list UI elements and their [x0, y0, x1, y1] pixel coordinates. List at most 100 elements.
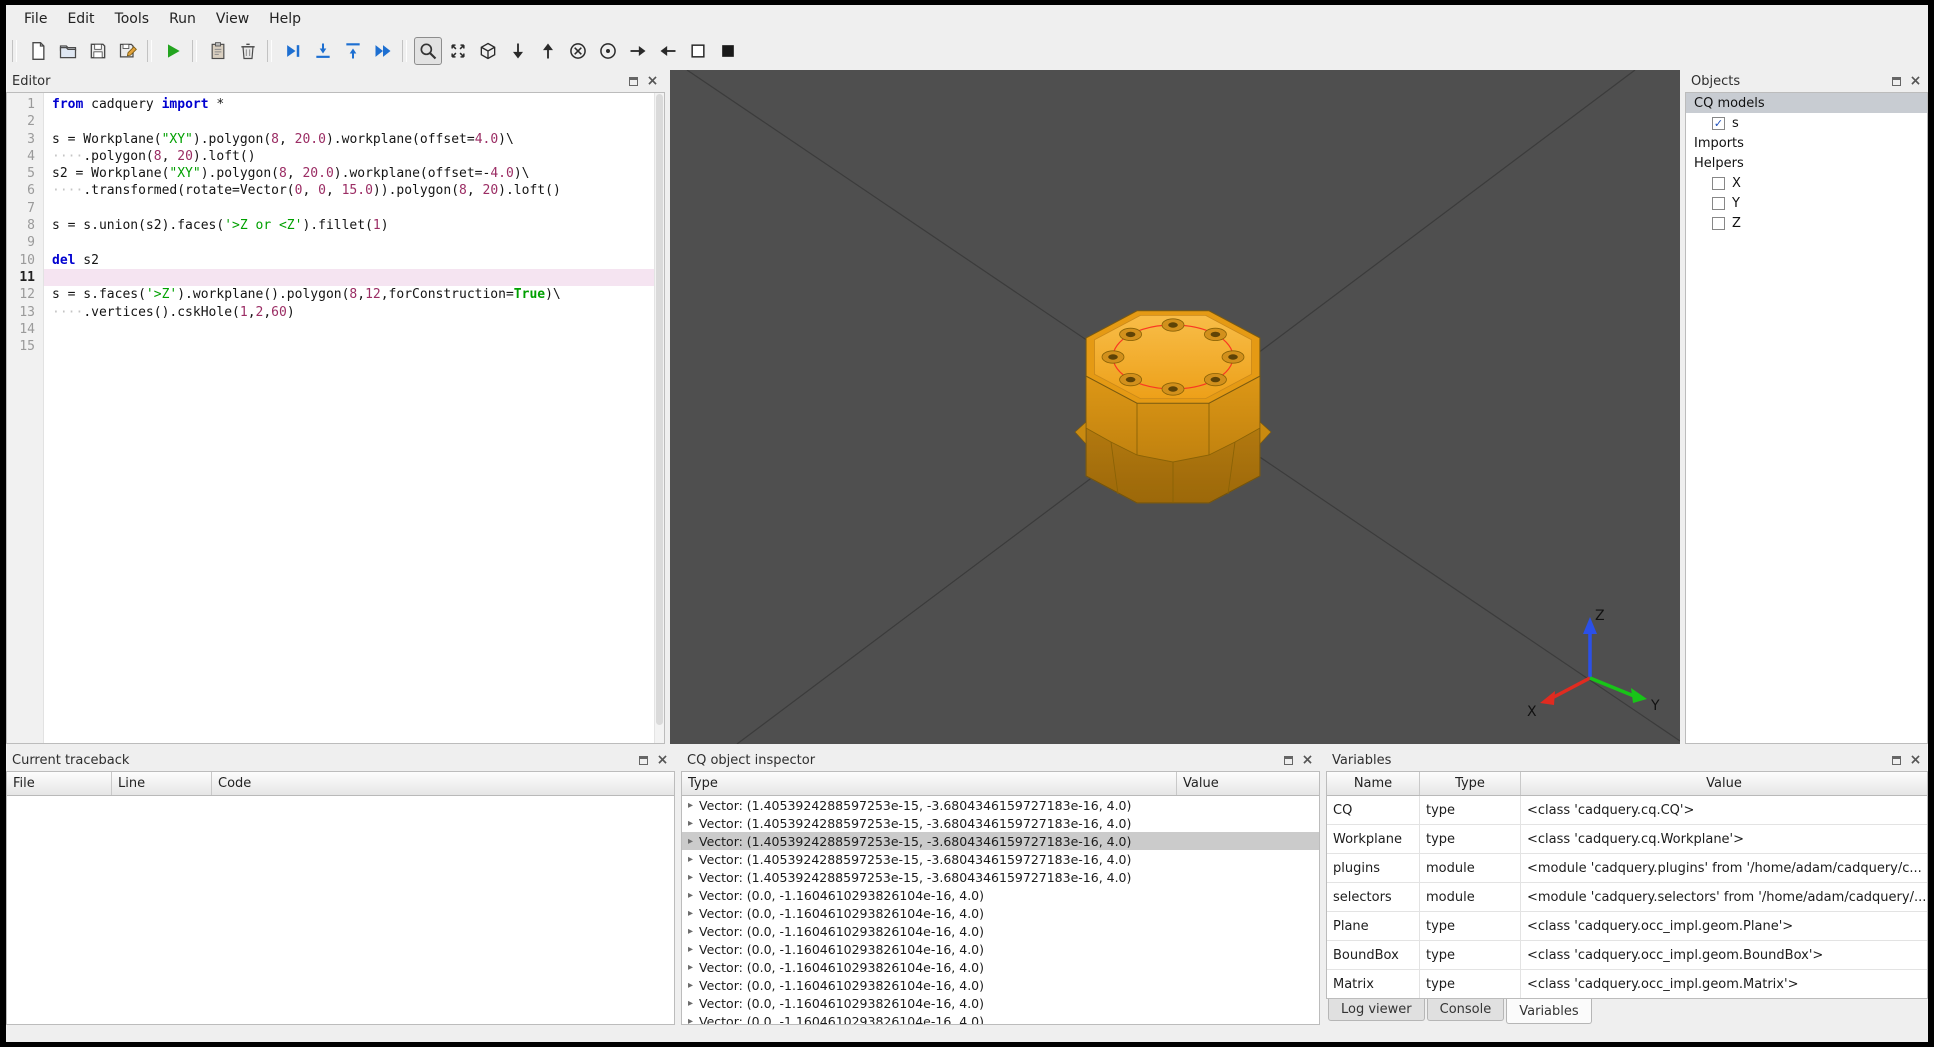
inspector-row[interactable]: ▸ Vector: (1.4053924288597253e-15, -3.680…	[682, 850, 1319, 868]
column-header-name[interactable]: Name	[1327, 772, 1420, 795]
column-header-value[interactable]: Value	[1177, 772, 1319, 795]
tree-item-helpers[interactable]: Helpers	[1686, 153, 1927, 173]
model-s[interactable]	[1074, 310, 1272, 504]
tab-variables[interactable]: Variables	[1506, 999, 1592, 1024]
tree-item-imports[interactable]: Imports	[1686, 133, 1927, 153]
tree-item-cq-models[interactable]: CQ models	[1686, 93, 1927, 113]
variables-titlebar: Variables ×	[1326, 749, 1928, 771]
float-panel-button[interactable]	[635, 752, 652, 768]
close-panel-button[interactable]: ×	[654, 752, 671, 768]
expand-icon[interactable]: ▸	[682, 854, 699, 865]
paste-button[interactable]	[204, 37, 232, 65]
view-down-button[interactable]	[504, 37, 532, 65]
variable-row[interactable]: Plane type <class 'cadquery.occ_impl.geom.…	[1327, 912, 1927, 941]
inspector-row[interactable]: ▸ Vector: (0.0, -1.1604610293826104e-16, …	[682, 994, 1319, 1012]
expand-icon[interactable]: ▸	[682, 908, 699, 919]
close-panel-button[interactable]: ×	[1299, 752, 1316, 768]
inspector-row[interactable]: ▸ Vector: (0.0, -1.1604610293826104e-16, …	[682, 886, 1319, 904]
fit-view-button[interactable]	[444, 37, 472, 65]
inspector-row[interactable]: ▸ Vector: (1.4053924288597253e-15, -3.680…	[682, 868, 1319, 886]
checkbox-x[interactable]	[1712, 176, 1725, 190]
float-panel-button[interactable]	[1888, 752, 1905, 768]
close-panel-button[interactable]: ×	[644, 73, 661, 89]
inspector-row[interactable]: ▸ Vector: (1.4053924288597253e-15, -3.680…	[682, 796, 1319, 814]
editor-scrollbar[interactable]	[654, 93, 664, 743]
expand-icon[interactable]: ▸	[682, 962, 699, 973]
expand-icon[interactable]: ▸	[682, 1016, 699, 1025]
menu-help[interactable]: Help	[259, 7, 311, 31]
inspector-row[interactable]: ▸ Vector: (0.0, -1.1604610293826104e-16, …	[682, 940, 1319, 958]
variable-row[interactable]: selectors module <module 'cadquery.selecto…	[1327, 883, 1927, 912]
tree-item-y[interactable]: Y	[1686, 193, 1927, 213]
iso-view-icon	[480, 42, 496, 60]
expand-icon[interactable]: ▸	[682, 944, 699, 955]
float-panel-button[interactable]	[625, 73, 642, 89]
square-outline-button[interactable]	[684, 37, 712, 65]
expand-icon[interactable]: ▸	[682, 872, 699, 883]
variable-row[interactable]: BoundBox type <class 'cadquery.occ_impl.ge…	[1327, 941, 1927, 970]
tab-console[interactable]: Console	[1426, 999, 1505, 1021]
close-panel-button[interactable]: ×	[1907, 752, 1924, 768]
iso-view-button[interactable]	[474, 37, 502, 65]
variable-row[interactable]: plugins module <module 'cadquery.plugins' …	[1327, 854, 1927, 883]
tab-log-viewer[interactable]: Log viewer	[1328, 999, 1425, 1021]
save-as-button[interactable]	[114, 37, 142, 65]
column-header-type[interactable]: Type	[1420, 772, 1521, 795]
render-button[interactable]	[159, 37, 187, 65]
inspector-row[interactable]: ▸ Vector: (0.0, -1.1604610293826104e-16, …	[682, 904, 1319, 922]
debug-step-next-button[interactable]	[279, 37, 307, 65]
inspector-row[interactable]: ▸ Vector: (1.4053924288597253e-15, -3.680…	[682, 832, 1319, 850]
tree-item-s[interactable]: ✓ s	[1686, 113, 1927, 133]
code-editor[interactable]: 1 from cadquery import * 2 3 s = Workplane("…	[6, 92, 665, 744]
open-file-button[interactable]	[54, 37, 82, 65]
debug-step-into-button[interactable]	[309, 37, 337, 65]
column-header-type[interactable]: Type	[682, 772, 1177, 795]
menu-file[interactable]: File	[14, 7, 57, 31]
expand-icon[interactable]: ▸	[682, 818, 699, 829]
expand-icon[interactable]: ▸	[682, 836, 699, 847]
inspector-row[interactable]: ▸ Vector: (1.4053924288597253e-15, -3.680…	[682, 814, 1319, 832]
view-right-button[interactable]	[624, 37, 652, 65]
inspector-row[interactable]: ▸ Vector: (0.0, -1.1604610293826104e-16, …	[682, 1012, 1319, 1025]
column-header-file[interactable]: File	[7, 772, 112, 795]
menu-view[interactable]: View	[206, 7, 259, 31]
variable-row[interactable]: Workplane type <class 'cadquery.cq.Workpla…	[1327, 825, 1927, 854]
expand-icon[interactable]: ▸	[682, 998, 699, 1009]
column-header-value[interactable]: Value	[1521, 772, 1927, 795]
float-panel-button[interactable]	[1888, 73, 1905, 89]
expand-icon[interactable]: ▸	[682, 980, 699, 991]
checkbox-z[interactable]	[1712, 216, 1725, 230]
menu-tools[interactable]: Tools	[105, 7, 160, 31]
square-filled-button[interactable]	[714, 37, 742, 65]
expand-icon[interactable]: ▸	[682, 926, 699, 937]
debug-step-out-button[interactable]	[339, 37, 367, 65]
inspector-row[interactable]: ▸ Vector: (0.0, -1.1604610293826104e-16, …	[682, 958, 1319, 976]
view-back-button[interactable]	[594, 37, 622, 65]
scrollbar-handle[interactable]	[656, 94, 663, 725]
close-panel-button[interactable]: ×	[1907, 73, 1924, 89]
inspector-row[interactable]: ▸ Vector: (0.0, -1.1604610293826104e-16, …	[682, 922, 1319, 940]
new-file-button[interactable]	[24, 37, 52, 65]
view-front-button[interactable]	[564, 37, 592, 65]
save-button[interactable]	[84, 37, 112, 65]
float-panel-button[interactable]	[1280, 752, 1297, 768]
menu-run[interactable]: Run	[159, 7, 206, 31]
zoom-tool-button[interactable]	[414, 37, 442, 65]
expand-icon[interactable]: ▸	[682, 890, 699, 901]
expand-icon[interactable]: ▸	[682, 800, 699, 811]
inspector-row[interactable]: ▸ Vector: (0.0, -1.1604610293826104e-16, …	[682, 976, 1319, 994]
checkbox-s[interactable]: ✓	[1712, 116, 1725, 130]
column-header-line[interactable]: Line	[112, 772, 212, 795]
delete-button[interactable]	[234, 37, 262, 65]
menu-edit[interactable]: Edit	[57, 7, 104, 31]
column-header-code[interactable]: Code	[212, 772, 674, 795]
variable-row[interactable]: CQ type <class 'cadquery.cq.CQ'>	[1327, 796, 1927, 825]
viewport-3d[interactable]: X Y Z	[670, 69, 1681, 745]
variable-row[interactable]: Matrix type <class 'cadquery.occ_impl.geom…	[1327, 970, 1927, 998]
tree-item-x[interactable]: X	[1686, 173, 1927, 193]
checkbox-y[interactable]	[1712, 196, 1725, 210]
view-up-button[interactable]	[534, 37, 562, 65]
debug-continue-button[interactable]	[369, 37, 397, 65]
view-left-button[interactable]	[654, 37, 682, 65]
tree-item-z[interactable]: Z	[1686, 213, 1927, 233]
